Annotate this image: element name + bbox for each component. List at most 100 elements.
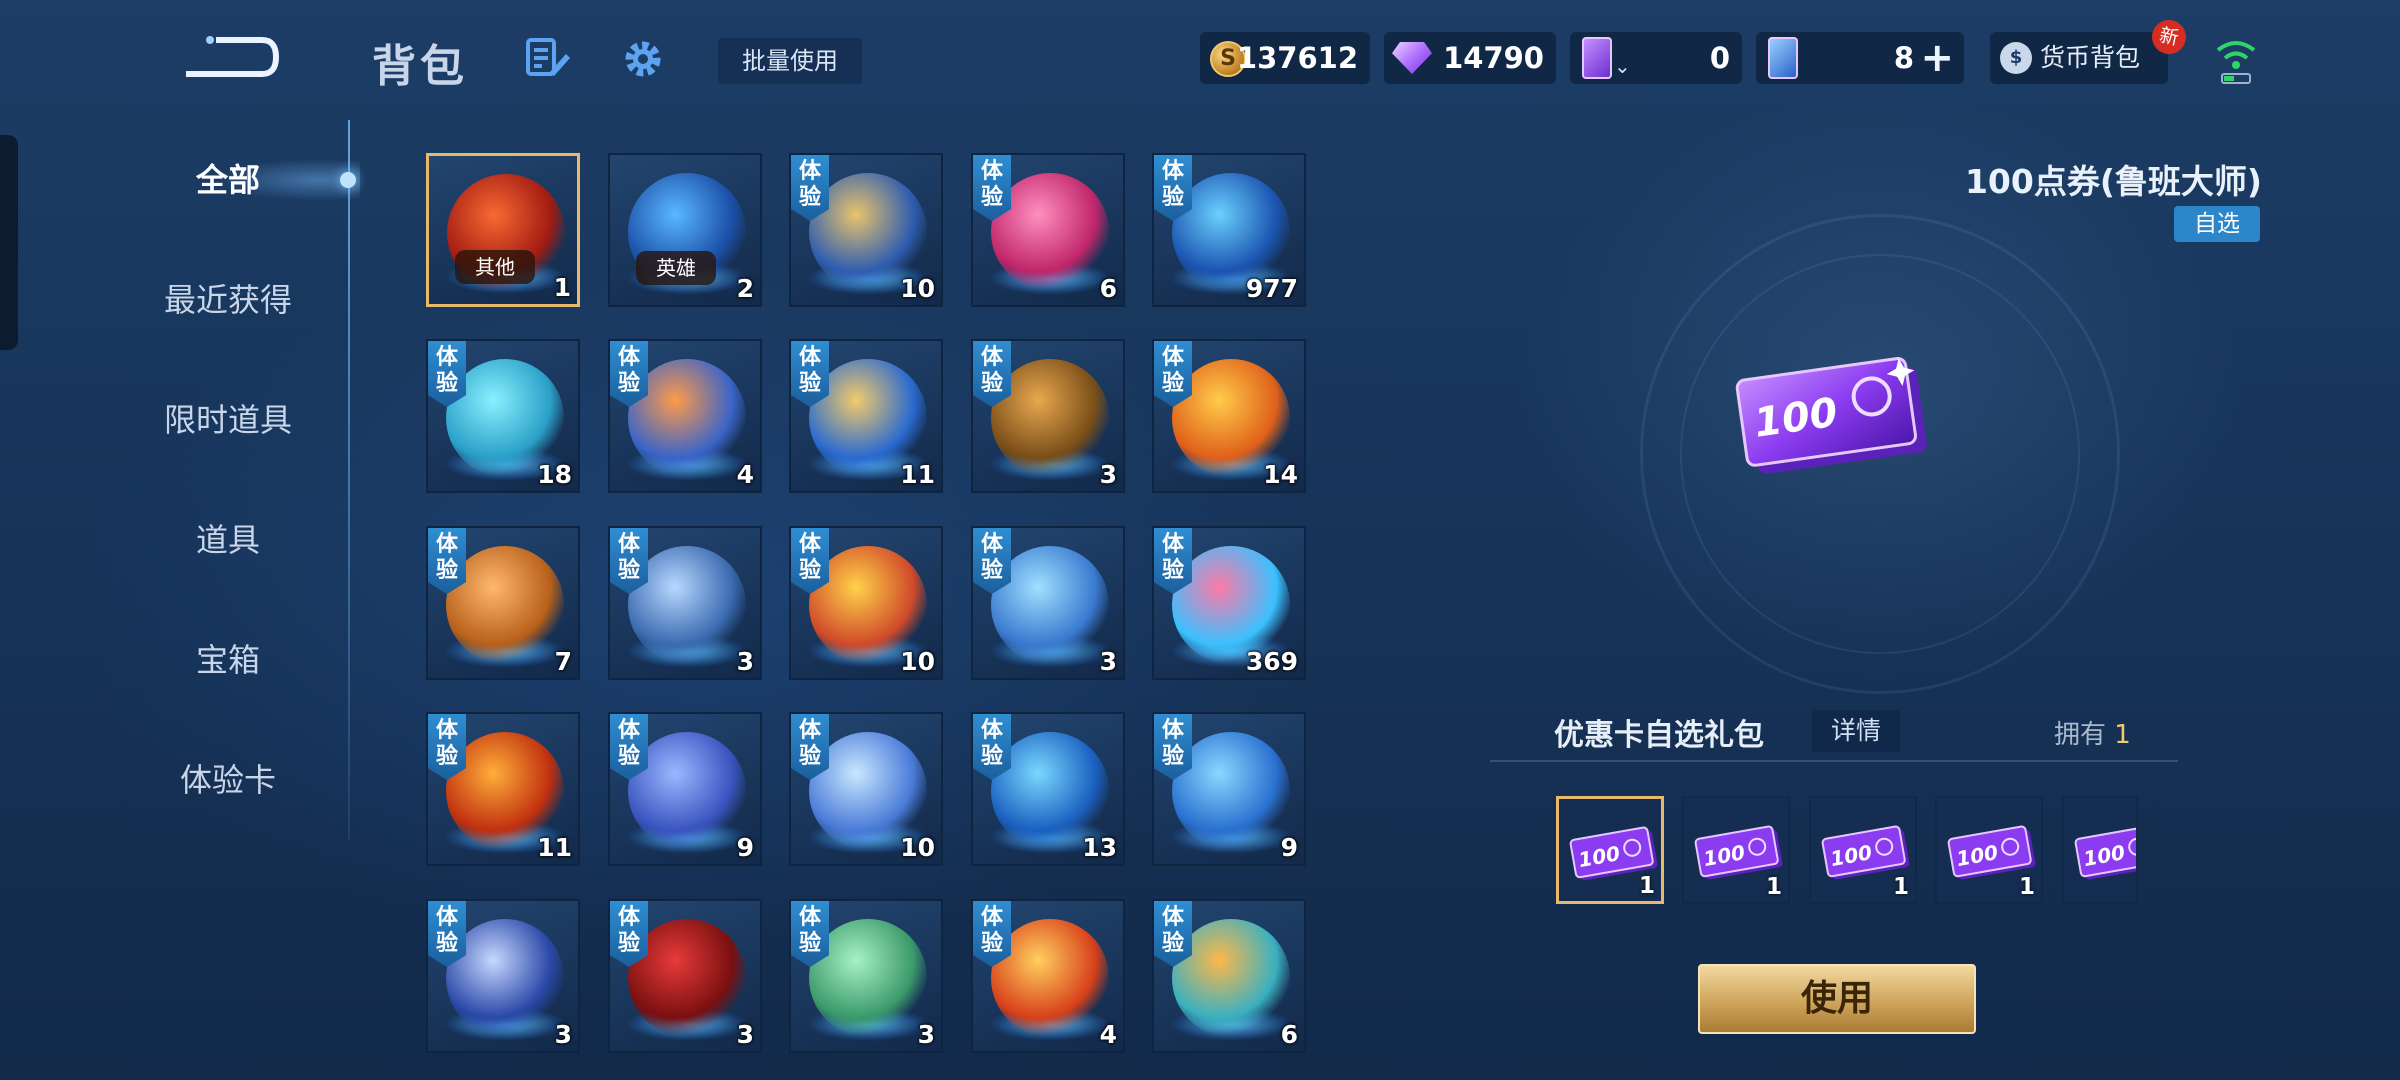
inventory-slot[interactable]: 英雄 2 bbox=[608, 153, 762, 307]
inventory-slot[interactable]: 体验 10 bbox=[789, 712, 943, 866]
inventory-slot[interactable]: 体验 3 bbox=[789, 899, 943, 1053]
inventory-slot[interactable]: 体验 13 bbox=[971, 712, 1125, 866]
item-count: 369 bbox=[1245, 647, 1298, 676]
trial-tag: 体验 bbox=[973, 714, 1011, 780]
add-plus-icon[interactable]: + bbox=[1920, 36, 1954, 80]
item-count: 9 bbox=[1280, 833, 1298, 862]
owned-value: 1 bbox=[2114, 720, 2131, 750]
inventory-slot[interactable]: 体验 3 bbox=[426, 899, 580, 1053]
self-select-tag: 自选 bbox=[2174, 206, 2260, 242]
settings-gear-icon[interactable] bbox=[618, 34, 668, 84]
item-count: 18 bbox=[537, 460, 572, 489]
inventory-slot[interactable]: 体验 6 bbox=[1152, 899, 1306, 1053]
item-count: 4 bbox=[736, 460, 754, 489]
diamond-balance: 14790 bbox=[1384, 32, 1556, 84]
item-count: 3 bbox=[1099, 460, 1117, 489]
card-a-balance[interactable]: ⌄ 0 bbox=[1570, 32, 1742, 84]
trial-tag: 体验 bbox=[1154, 714, 1192, 780]
pack-title: 优惠卡自选礼包 bbox=[1554, 718, 1764, 753]
option-count: 1 bbox=[2018, 874, 2035, 900]
item-count: 3 bbox=[554, 1020, 572, 1049]
trial-tag: 体验 bbox=[428, 901, 466, 967]
trial-tag: 体验 bbox=[1154, 901, 1192, 967]
inventory-slot[interactable]: 体验 3 bbox=[608, 526, 762, 680]
diamond-value: 14790 bbox=[1443, 41, 1544, 75]
inventory-slot[interactable]: 体验 11 bbox=[426, 712, 580, 866]
pack-option[interactable]: 100 1 bbox=[1935, 796, 2043, 904]
trial-tag: 体验 bbox=[610, 341, 648, 407]
item-type-label: 其他 bbox=[455, 250, 535, 284]
inventory-slot[interactable]: 体验 977 bbox=[1152, 153, 1306, 307]
item-count: 2 bbox=[736, 274, 754, 303]
pack-option[interactable]: 100 1 bbox=[1809, 796, 1917, 904]
inventory-slot[interactable]: 体验 3 bbox=[971, 339, 1125, 493]
trial-tag: 体验 bbox=[973, 901, 1011, 967]
divider bbox=[1490, 760, 2178, 762]
trial-tag: 体验 bbox=[973, 155, 1011, 221]
inventory-slot[interactable]: 体验 3 bbox=[608, 899, 762, 1053]
inventory-slot[interactable]: 体验 10 bbox=[789, 526, 943, 680]
sidebar-item-chests[interactable]: 宝箱 bbox=[110, 630, 346, 690]
owned-count: 拥有 1 bbox=[2054, 714, 2131, 751]
inventory-slot[interactable]: 体验 14 bbox=[1152, 339, 1306, 493]
pack-option[interactable]: 100 1 bbox=[1556, 796, 1664, 904]
sidebar-item-recent[interactable]: 最近获得 bbox=[110, 270, 346, 330]
inventory-slot[interactable]: 体验 7 bbox=[426, 526, 580, 680]
item-count: 14 bbox=[1263, 460, 1298, 489]
trial-tag: 体验 bbox=[1154, 341, 1192, 407]
inventory-slot[interactable]: 其他 1 bbox=[426, 153, 580, 307]
item-count: 10 bbox=[900, 274, 935, 303]
sidebar-item-limited[interactable]: 限时道具 bbox=[110, 390, 346, 450]
item-count: 6 bbox=[1099, 274, 1117, 303]
card-b-balance: 8 + bbox=[1756, 32, 1964, 84]
inventory-slot[interactable]: 体验 4 bbox=[608, 339, 762, 493]
item-count: 6 bbox=[1280, 1020, 1298, 1049]
trial-tag: 体验 bbox=[791, 714, 829, 780]
pack-option[interactable]: 100 1 bbox=[1682, 796, 1790, 904]
trial-tag: 体验 bbox=[428, 528, 466, 594]
sidebar-item-props[interactable]: 道具 bbox=[110, 510, 346, 570]
item-count: 11 bbox=[537, 833, 572, 862]
use-button[interactable]: 使用 bbox=[1698, 964, 1976, 1034]
item-count: 3 bbox=[736, 647, 754, 676]
trial-tag: 体验 bbox=[1154, 528, 1192, 594]
trial-tag: 体验 bbox=[428, 714, 466, 780]
voucher-ticket-icon: 100 bbox=[2074, 825, 2136, 880]
item-count: 4 bbox=[1099, 1020, 1117, 1049]
sidebar-divider bbox=[348, 120, 350, 840]
inventory-slot[interactable]: 体验 9 bbox=[1152, 712, 1306, 866]
item-count: 1 bbox=[553, 273, 571, 302]
trial-tag: 体验 bbox=[610, 901, 648, 967]
inventory-slot[interactable]: 体验 3 bbox=[971, 526, 1125, 680]
batch-use-button[interactable]: 批量使用 bbox=[718, 38, 862, 84]
pack-option[interactable]: 100 bbox=[2062, 796, 2138, 904]
diamond-icon bbox=[1392, 42, 1432, 74]
trial-tag: 体验 bbox=[791, 341, 829, 407]
item-count: 3 bbox=[736, 1020, 754, 1049]
inventory-slot[interactable]: 体验 18 bbox=[426, 339, 580, 493]
inventory-slot[interactable]: 体验 4 bbox=[971, 899, 1125, 1053]
sidebar-item-all[interactable]: 全部 bbox=[110, 150, 346, 210]
currency-wallet-button[interactable]: $ 货币背包 bbox=[1990, 32, 2168, 84]
item-count: 11 bbox=[900, 460, 935, 489]
wallet-label: 货币背包 bbox=[2040, 43, 2141, 72]
item-count: 3 bbox=[917, 1020, 935, 1049]
trial-tag: 体验 bbox=[973, 528, 1011, 594]
back-icon[interactable] bbox=[180, 34, 280, 80]
inventory-slot[interactable]: 体验 11 bbox=[789, 339, 943, 493]
edit-icon[interactable] bbox=[522, 34, 572, 84]
trial-tag: 体验 bbox=[610, 528, 648, 594]
trial-tag: 体验 bbox=[791, 528, 829, 594]
item-name: 100点券(鲁班大师) bbox=[1964, 162, 2262, 201]
details-button[interactable]: 详情 bbox=[1812, 710, 1900, 752]
inventory-slot[interactable]: 体验 6 bbox=[971, 153, 1125, 307]
trial-tag: 体验 bbox=[610, 714, 648, 780]
edge-handle[interactable] bbox=[0, 135, 18, 350]
trial-tag: 体验 bbox=[791, 155, 829, 221]
inventory-slot[interactable]: 体验 369 bbox=[1152, 526, 1306, 680]
item-count: 10 bbox=[900, 647, 935, 676]
inventory-slot[interactable]: 体验 10 bbox=[789, 153, 943, 307]
inventory-slot[interactable]: 体验 9 bbox=[608, 712, 762, 866]
sidebar-item-trial-cards[interactable]: 体验卡 bbox=[110, 750, 346, 810]
item-count: 977 bbox=[1245, 274, 1298, 303]
